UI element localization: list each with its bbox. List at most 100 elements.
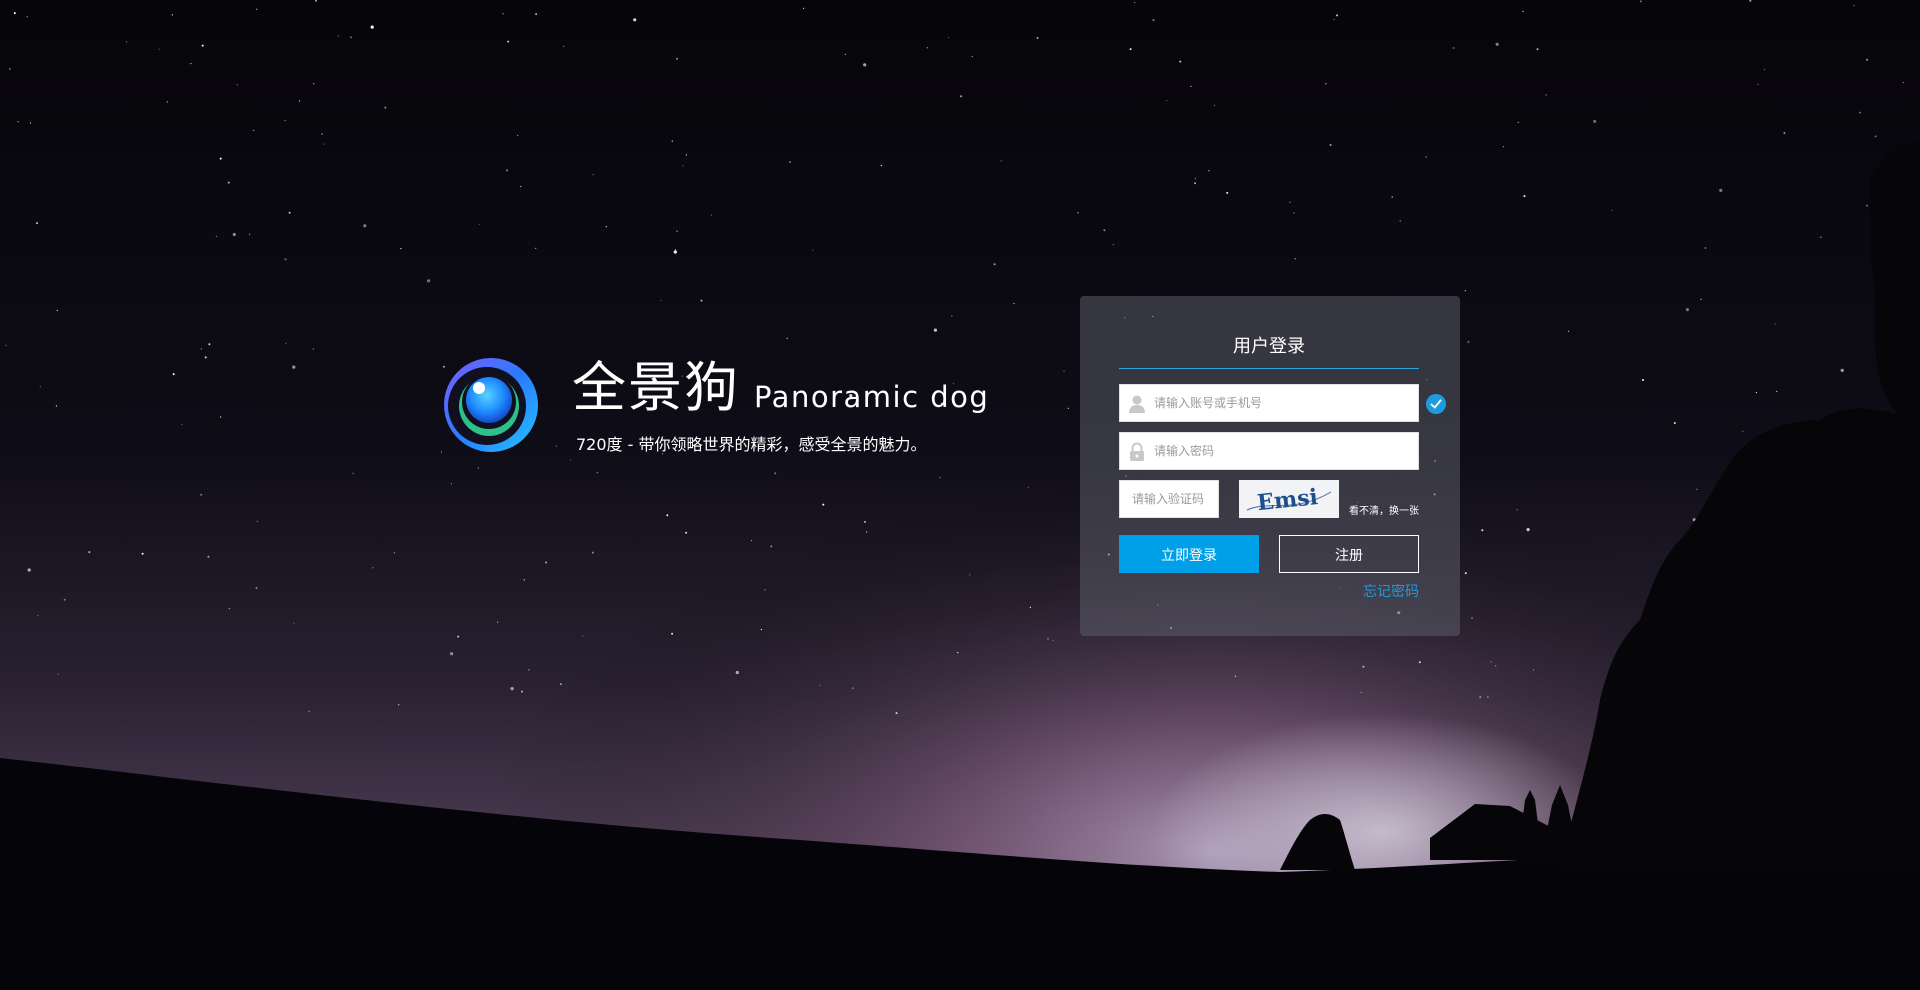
star xyxy=(1464,290,1466,292)
login-panel: 用户登录 Emsi xyxy=(1080,296,1460,636)
star xyxy=(993,263,996,266)
star xyxy=(789,161,791,164)
star xyxy=(215,235,217,237)
star xyxy=(866,531,868,533)
account-input[interactable] xyxy=(1154,385,1414,421)
star xyxy=(1471,617,1473,619)
star xyxy=(1783,132,1786,134)
password-field[interactable] xyxy=(1119,432,1419,470)
star xyxy=(971,56,973,58)
captcha-refresh-link[interactable]: 看不清，换一张 xyxy=(1349,505,1423,519)
star xyxy=(398,704,400,706)
brand-section: 全景狗 Panoramic dog 720度 - 带你领略世界的精彩，感受全景的… xyxy=(442,356,1002,466)
star xyxy=(1763,69,1766,71)
star xyxy=(1112,244,1114,246)
star xyxy=(1495,665,1497,667)
star xyxy=(477,467,479,469)
star xyxy=(1502,146,1504,148)
forgot-password-link[interactable]: 忘记密码 xyxy=(1349,583,1419,601)
register-button[interactable]: 注册 xyxy=(1279,535,1419,573)
star xyxy=(13,12,16,15)
star xyxy=(284,119,286,122)
star xyxy=(1700,298,1702,300)
star xyxy=(947,36,950,39)
star xyxy=(308,710,310,713)
star xyxy=(521,690,523,693)
star xyxy=(236,84,238,86)
star xyxy=(803,7,805,9)
star xyxy=(1853,5,1855,7)
user-icon xyxy=(1128,394,1146,414)
star xyxy=(844,53,846,55)
star xyxy=(633,18,637,22)
brand-slogan: 720度 - 带你领略世界的精彩，感受全景的魅力。 xyxy=(576,435,927,454)
star xyxy=(1418,661,1421,664)
star xyxy=(535,13,538,16)
star xyxy=(1214,104,1216,106)
star xyxy=(520,185,522,188)
star xyxy=(852,687,854,689)
star xyxy=(1532,669,1535,671)
star xyxy=(55,405,58,407)
login-button[interactable]: 立即登录 xyxy=(1119,535,1259,573)
star xyxy=(926,47,928,49)
star xyxy=(1166,100,1168,102)
star xyxy=(1858,111,1861,114)
star xyxy=(605,226,607,228)
star xyxy=(1673,422,1676,424)
star xyxy=(510,687,514,691)
star xyxy=(582,635,584,637)
captcha-field[interactable] xyxy=(1119,480,1219,518)
star xyxy=(895,712,898,715)
star xyxy=(711,214,713,216)
star xyxy=(1467,340,1470,343)
star xyxy=(1536,48,1539,51)
star xyxy=(535,247,537,249)
star xyxy=(1333,18,1335,20)
star xyxy=(190,63,192,65)
star xyxy=(812,249,814,251)
captcha-image[interactable]: Emsi xyxy=(1239,480,1339,518)
star xyxy=(786,337,788,339)
star xyxy=(9,68,11,70)
star xyxy=(1013,302,1015,305)
star xyxy=(507,40,510,43)
star xyxy=(352,472,354,474)
star xyxy=(312,348,314,350)
star xyxy=(1639,0,1642,3)
star xyxy=(960,95,963,98)
brand-name-english: Panoramic dog xyxy=(754,380,990,414)
star xyxy=(1611,209,1613,211)
star xyxy=(37,615,39,617)
star xyxy=(208,343,211,346)
star xyxy=(592,174,594,176)
star xyxy=(227,181,230,184)
star xyxy=(671,140,673,142)
account-field[interactable] xyxy=(1119,384,1419,422)
captcha-input[interactable] xyxy=(1120,481,1216,517)
star xyxy=(1490,661,1492,663)
star xyxy=(1360,691,1362,694)
star xyxy=(1289,201,1291,203)
star xyxy=(166,101,168,103)
star xyxy=(478,223,480,225)
star xyxy=(171,14,173,16)
star xyxy=(1866,58,1869,61)
star xyxy=(674,249,677,251)
star xyxy=(1208,170,1210,172)
star xyxy=(523,579,525,581)
star xyxy=(313,83,315,85)
star xyxy=(17,121,19,123)
star xyxy=(363,224,367,228)
password-input[interactable] xyxy=(1154,433,1414,469)
star xyxy=(1190,85,1192,87)
star xyxy=(158,48,160,50)
star xyxy=(1325,83,1327,85)
star xyxy=(207,555,210,558)
star xyxy=(200,493,203,496)
star xyxy=(764,589,766,591)
star xyxy=(685,154,688,156)
star xyxy=(457,635,460,638)
star xyxy=(1234,675,1236,677)
star xyxy=(141,552,144,555)
